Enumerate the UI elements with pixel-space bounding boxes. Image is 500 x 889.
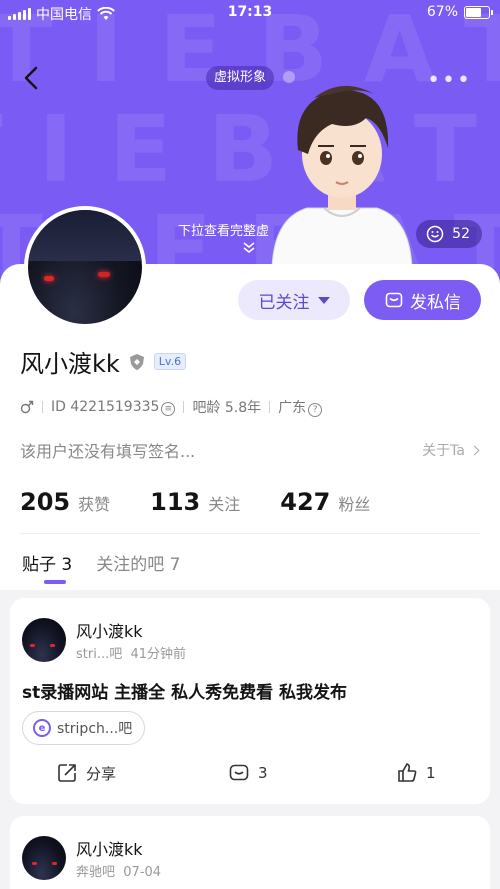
caret-down-icon — [317, 296, 330, 304]
location[interactable]: 广东? — [278, 397, 323, 417]
bar-age: 吧龄 5.8年 — [192, 400, 262, 416]
post-card[interactable]: 风小渡kk 奔驰吧 07-04 — [10, 816, 490, 889]
stat-followers[interactable]: 427 粉丝 — [280, 488, 370, 516]
status-bar: 中国电信 17:13 67% — [0, 0, 500, 26]
profile-avatar[interactable] — [24, 206, 146, 328]
smile-icon — [426, 225, 444, 243]
post-author-name[interactable]: 风小渡kk — [76, 618, 143, 642]
send-message-label: 发私信 — [410, 292, 461, 313]
tab-posts[interactable]: 贴子 3 — [22, 550, 72, 575]
share-button[interactable]: 分享 — [56, 762, 116, 784]
post-meta: 奔驰吧 07-04 — [76, 865, 162, 880]
post-author-avatar[interactable] — [22, 618, 66, 662]
about-ta-label: 关于Ta — [422, 443, 465, 459]
username: 风小渡kk — [20, 350, 120, 378]
following-label: 已关注 — [258, 292, 310, 313]
copy-icon: ≡ — [161, 401, 176, 416]
avatar-likes-button[interactable]: 52 — [416, 220, 482, 248]
divider — [20, 533, 480, 534]
post-author-avatar[interactable] — [22, 836, 66, 880]
about-ta-link[interactable]: 关于Ta — [422, 440, 480, 460]
virtual-avatar-character[interactable] — [262, 68, 422, 268]
active-tab-indicator — [44, 580, 66, 584]
stat-likes[interactable]: 205 获赞 — [20, 488, 110, 516]
back-arrow-icon[interactable] — [20, 64, 44, 92]
thumbs-up-icon — [398, 763, 417, 782]
avatar-likes-count: 52 — [452, 226, 470, 242]
pulldown-hint: 下拉查看完整虚 — [178, 224, 270, 239]
forum-icon: e — [33, 719, 51, 737]
like-button[interactable]: 1 — [396, 762, 436, 784]
question-icon: ? — [308, 403, 323, 417]
post-author-name[interactable]: 风小渡kk — [76, 836, 143, 860]
send-message-button[interactable]: 发私信 — [364, 280, 481, 320]
username-row: 风小渡kk Lv.6 — [20, 344, 187, 379]
level-badge: Lv.6 — [153, 353, 187, 370]
stat-following[interactable]: 113 关注 — [150, 488, 240, 516]
post-forum-tag[interactable]: e stripch...吧 — [22, 711, 146, 745]
profile-tabs: 贴子 3 关注的吧 7 — [22, 550, 180, 575]
watermark-row-2: TIEBATIEBA — [0, 96, 500, 203]
following-button[interactable]: 已关注 — [238, 280, 350, 320]
clock: 17:13 — [227, 4, 273, 20]
post-meta: stri...吧 41分钟前 — [76, 647, 187, 662]
stats-row: 205 获赞 113 关注 427 粉丝 — [20, 488, 410, 516]
shield-badge-icon — [129, 353, 144, 370]
chevron-right-icon — [469, 445, 480, 455]
double-chevron-down-icon — [243, 242, 255, 253]
more-options-icon[interactable]: ••• — [427, 68, 472, 93]
comment-button[interactable]: 3 — [228, 762, 268, 784]
signature-text: 该用户还没有填写签名... — [20, 442, 196, 461]
post-title[interactable]: st录播网站 主播全 私人秀免费看 私我发布 — [22, 678, 347, 703]
user-id[interactable]: ID 4221519335 ≡ — [51, 399, 176, 416]
male-gender-icon — [20, 400, 34, 414]
message-icon — [385, 292, 403, 308]
comment-icon — [229, 764, 249, 781]
profile-meta: ID 4221519335 ≡ 吧龄 5.8年 广东? — [20, 397, 323, 417]
battery-percent: 67% — [426, 4, 458, 20]
tab-followed-bars[interactable]: 关注的吧 7 — [96, 550, 180, 575]
battery-icon — [464, 5, 493, 19]
share-icon — [58, 764, 76, 782]
post-card[interactable]: 风小渡kk stri...吧 41分钟前 st录播网站 主播全 私人秀免费看 私… — [10, 598, 490, 804]
